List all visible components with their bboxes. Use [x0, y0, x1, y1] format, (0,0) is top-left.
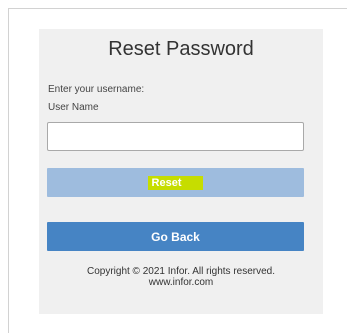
username-prompt: Enter your username:: [48, 84, 145, 95]
website-link[interactable]: www.infor.com: [39, 277, 323, 288]
username-input[interactable]: [47, 122, 304, 151]
page-title: Reset Password: [108, 38, 254, 60]
reset-button[interactable]: Reset: [47, 168, 304, 197]
reset-password-panel: Reset Password Enter your username: User…: [39, 29, 323, 314]
reset-button-label: Reset: [147, 176, 204, 190]
copyright-text: Copyright © 2021 Infor. All rights reser…: [86, 266, 276, 277]
footer: Copyright © 2021 Infor. All rights reser…: [39, 266, 323, 288]
username-label: User Name: [48, 102, 99, 113]
go-back-button[interactable]: Go Back: [47, 222, 304, 251]
